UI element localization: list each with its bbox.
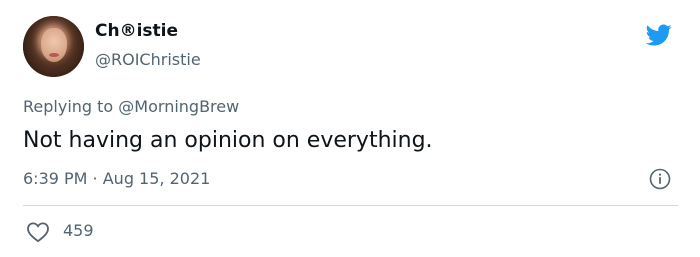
- replying-to-prefix: Replying to: [23, 97, 119, 116]
- avatar[interactable]: [23, 16, 84, 77]
- replying-to: Replying to @MorningBrew: [23, 97, 239, 117]
- twitter-bird-icon[interactable]: [643, 22, 675, 48]
- heart-icon[interactable]: [26, 221, 50, 243]
- author-handle[interactable]: @ROIChristie: [95, 50, 201, 70]
- reply-mention-link[interactable]: @MorningBrew: [118, 97, 239, 116]
- info-icon[interactable]: [649, 168, 671, 190]
- divider: [23, 205, 678, 206]
- author-display-name[interactable]: Ch®istie: [95, 21, 178, 41]
- tweet-card: Ch®istie @ROIChristie Replying to @Morni…: [0, 0, 700, 257]
- like-count: 459: [63, 221, 94, 240]
- avatar-lips: [49, 53, 59, 57]
- tweet-timestamp[interactable]: 6:39 PM · Aug 15, 2021: [23, 169, 210, 189]
- tweet-text: Not having an opinion on everything.: [23, 128, 433, 153]
